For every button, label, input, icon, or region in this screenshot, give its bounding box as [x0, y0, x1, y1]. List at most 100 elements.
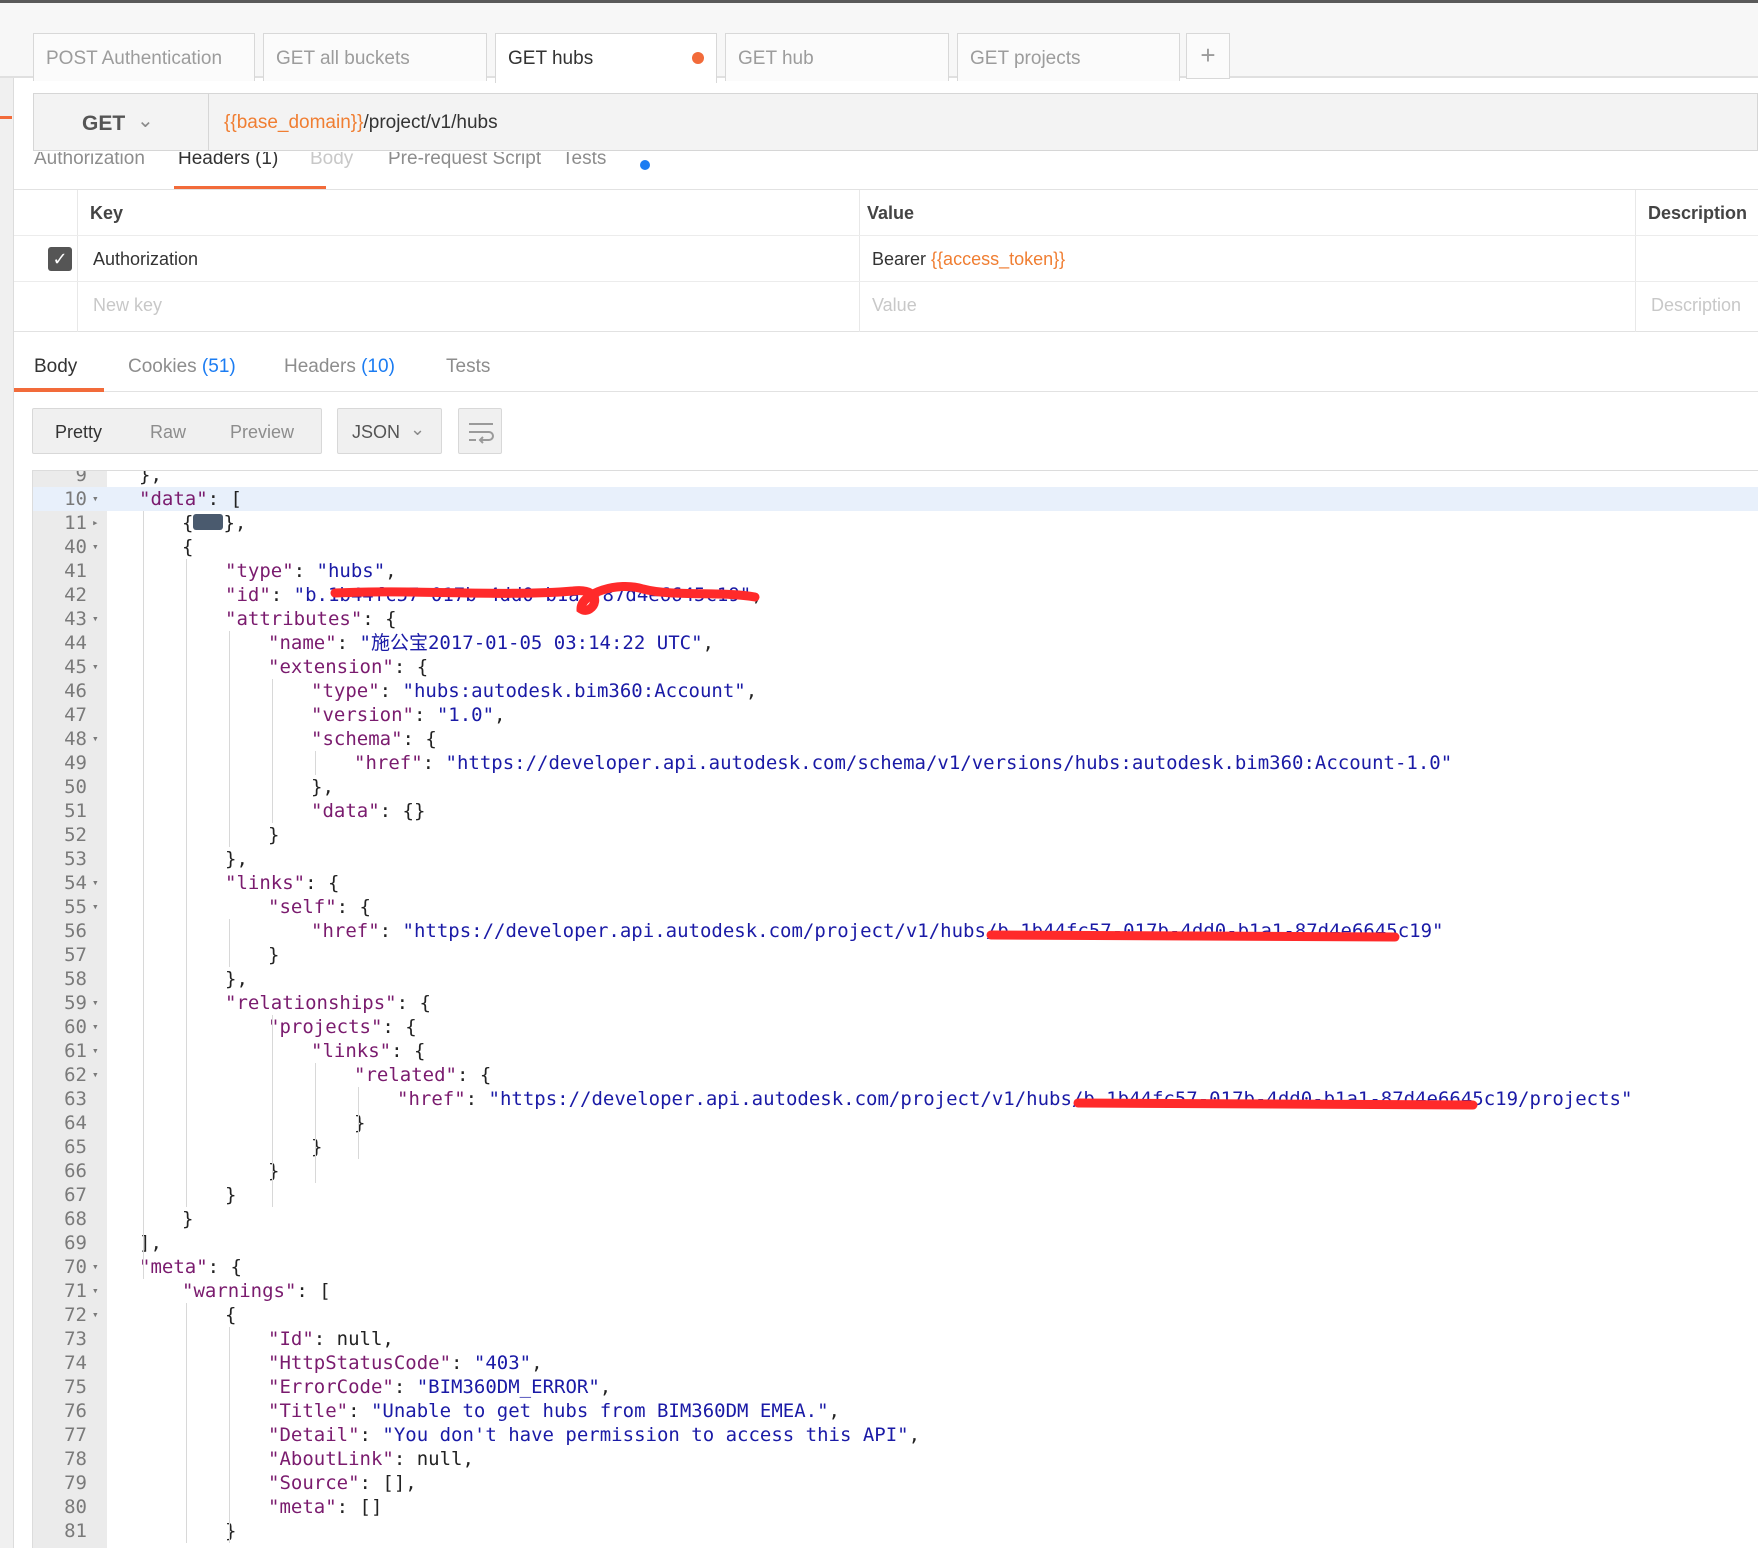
code-line: 76 "Title": "Unable to get hubs from BIM3…: [33, 1399, 1758, 1423]
column-description: Description: [1648, 203, 1748, 223]
code-line: 63 "href": "https://developer.api.autodes…: [33, 1087, 1758, 1111]
json-key: "version": [311, 704, 414, 726]
json-key: "data": [139, 488, 208, 510]
json-string: "施公宝2017-01-05 03:14:22 UTC": [359, 632, 703, 654]
code-line: 65}: [33, 1135, 1758, 1159]
json-punct: }: [268, 944, 280, 966]
json-key: "meta": [139, 1256, 208, 1278]
json-punct: : {: [456, 1064, 492, 1086]
code-text: }: [268, 1159, 279, 1183]
fold-open-icon[interactable]: ▾: [92, 1015, 99, 1039]
tests-dot-icon: [640, 160, 650, 170]
tab-response-tests[interactable]: Tests: [446, 356, 490, 378]
fold-open-icon[interactable]: ▾: [92, 655, 99, 679]
fold-open-icon[interactable]: ▾: [92, 607, 99, 631]
code-line: 51 "data": {}: [33, 799, 1758, 823]
url-path: /project/v1/hubs: [363, 112, 498, 133]
json-punct: }: [182, 1208, 194, 1230]
fold-open-icon[interactable]: ▾: [92, 727, 99, 751]
url-input[interactable]: {{base_domain}}/project/v1/hubs: [224, 112, 498, 134]
view-mode-group: Pretty Raw Preview: [32, 408, 322, 454]
json-punct: : {: [382, 1016, 417, 1038]
line-number: 44: [64, 632, 87, 654]
new-description-field[interactable]: Description: [1651, 282, 1741, 328]
json-punct: },: [311, 776, 334, 798]
fold-open-icon[interactable]: ▾: [92, 871, 99, 895]
json-string: "1.0": [436, 704, 495, 726]
code-text: }: [225, 1519, 236, 1543]
line-number: 57: [64, 944, 87, 966]
header-key-field[interactable]: Authorization: [93, 236, 198, 282]
json-punct: :: [348, 1400, 371, 1422]
json-key: "ErrorCode": [268, 1376, 394, 1398]
preview-button[interactable]: Preview: [230, 422, 294, 443]
tab-headers[interactable]: Headers (1): [178, 152, 278, 170]
tab-pre-request-script[interactable]: Pre-request Script: [388, 152, 541, 170]
fold-open-icon[interactable]: ▾: [92, 1279, 99, 1303]
code-line: 9},: [33, 471, 1758, 487]
json-punct: :: [359, 1424, 383, 1446]
tab-response-cookies[interactable]: Cookies (51): [128, 356, 236, 378]
method-select[interactable]: GET ⌄: [34, 94, 209, 150]
json-punct: : {: [207, 1256, 242, 1278]
indent-guide: [229, 631, 230, 847]
tab-get-hub[interactable]: GET hub: [725, 33, 949, 81]
json-key: "href": [311, 920, 380, 942]
table-header-row: Key Value Description: [14, 190, 1758, 236]
line-number: 70: [64, 1256, 87, 1278]
collapsed-block-icon[interactable]: [193, 514, 224, 530]
line-number: 48: [64, 728, 87, 750]
tab-body[interactable]: Body: [310, 152, 353, 170]
tab-get-hubs[interactable]: GET hubs: [495, 33, 717, 83]
bearer-prefix: Bearer: [872, 249, 932, 269]
code-text: "projects": {: [268, 1015, 417, 1039]
json-punct: },: [223, 512, 247, 534]
line-number: 59: [64, 992, 87, 1014]
raw-button[interactable]: Raw: [150, 422, 186, 443]
json-string: "https://developer.api.autodesk.com/proj…: [488, 1088, 1633, 1110]
code-text: {: [225, 1303, 236, 1327]
fold-open-icon[interactable]: ▾: [92, 895, 99, 919]
new-value-field[interactable]: Value: [872, 282, 917, 328]
tab-get-projects[interactable]: GET projects: [957, 33, 1180, 81]
json-punct: :: [422, 752, 446, 774]
code-line: 54 ▾ "links": {: [33, 871, 1758, 895]
code-line: 57}: [33, 943, 1758, 967]
code-line: 40 ▾ {: [33, 535, 1758, 559]
json-key: "Detail": [268, 1424, 360, 1446]
response-body-editor[interactable]: 9}, 10 ▾ "data": [11 ▸{}, 40 ▾{41 "type": "hubs…: [32, 470, 1758, 1548]
json-punct: :: [413, 704, 437, 726]
indent-guide: [143, 511, 144, 1279]
json-punct: :: [379, 920, 403, 942]
code-text: "type": "hubs:autodesk.bim360:Account",: [311, 679, 757, 703]
fold-open-icon[interactable]: ▾: [92, 991, 99, 1015]
code-line: 78 "AboutLink": null,: [33, 1447, 1758, 1471]
code-text: "attributes": {: [225, 607, 397, 631]
fold-open-icon[interactable]: ▾: [92, 535, 99, 559]
json-punct: : {: [362, 608, 397, 630]
fold-open-icon[interactable]: ▾: [92, 1303, 99, 1327]
fold-open-icon[interactable]: ▾: [92, 1063, 99, 1087]
code-text: },: [311, 775, 334, 799]
tab-response-body[interactable]: Body: [34, 356, 77, 378]
request-tab-strip: POST Authentication GET all buckets GET …: [0, 0, 1758, 83]
indent-guide: [186, 1303, 187, 1543]
json-punct: {: [182, 512, 194, 534]
fold-closed-icon[interactable]: ▸: [92, 511, 99, 535]
row-enabled-checkbox[interactable]: ✓: [48, 247, 72, 271]
new-key-field[interactable]: New key: [93, 282, 162, 328]
wrap-lines-button[interactable]: [458, 408, 502, 454]
tab-post-authentication[interactable]: POST Authentication: [33, 33, 255, 81]
format-select[interactable]: JSON ⌄: [337, 408, 442, 454]
tab-response-headers[interactable]: Headers (10): [284, 356, 395, 378]
tab-authorization[interactable]: Authorization: [34, 152, 145, 170]
tab-get-all-buckets[interactable]: GET all buckets: [263, 33, 487, 81]
json-punct: : {: [391, 1040, 426, 1062]
pretty-button[interactable]: Pretty: [55, 422, 102, 443]
fold-open-icon[interactable]: ▾: [92, 1255, 99, 1279]
add-tab-button[interactable]: +: [1186, 33, 1230, 79]
fold-open-icon[interactable]: ▾: [92, 1039, 99, 1063]
header-value-field[interactable]: Bearer {{access_token}}: [872, 236, 1065, 282]
tab-tests[interactable]: Tests: [562, 152, 606, 170]
fold-open-icon[interactable]: ▾: [92, 487, 99, 511]
